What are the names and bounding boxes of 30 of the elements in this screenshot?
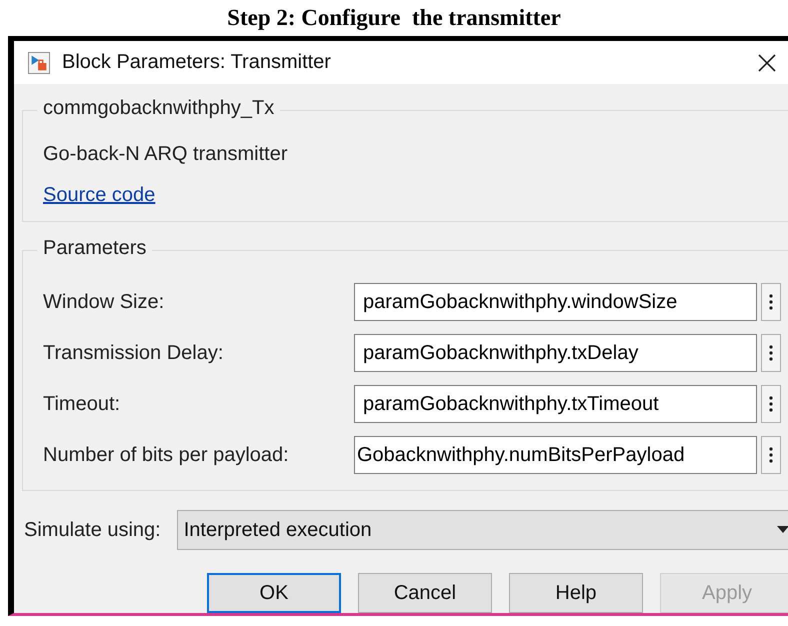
input-field[interactable]: paramGobacknwithphy.windowSize — [354, 283, 757, 322]
more-options-button[interactable] — [761, 334, 781, 372]
description-text: Go-back-N ARQ transmitter — [43, 143, 288, 166]
block-icon — [28, 52, 50, 74]
simulate-dropdown[interactable]: Interpreted execution — [176, 510, 788, 550]
input-field[interactable]: paramGobacknwithphy.txDelay — [354, 334, 757, 372]
field-label: Transmission Delay: — [43, 342, 224, 365]
close-icon — [757, 52, 777, 73]
figure-caption: Step 2: Configure the transmitter — [227, 4, 561, 32]
field-label: Timeout: — [43, 392, 122, 416]
field-label: Window Size: — [43, 290, 166, 314]
more-options-button[interactable] — [761, 385, 781, 424]
dialog-button[interactable]: Help — [509, 573, 643, 613]
more-icon — [769, 345, 773, 362]
dialog-button[interactable]: Cancel — [358, 573, 492, 613]
close-button[interactable] — [756, 52, 778, 74]
more-options-button[interactable] — [761, 436, 781, 474]
group-title: commgobacknwithphy_Tx — [37, 97, 280, 120]
caret-icon — [777, 526, 788, 534]
more-icon — [769, 294, 773, 310]
dialog-button[interactable]: OK — [207, 573, 341, 613]
input-field[interactable]: paramGobacknwithphy.txTimeout — [354, 385, 757, 424]
more-options-button[interactable] — [761, 283, 781, 322]
field-label: Number of bits per payload: — [43, 444, 290, 467]
more-icon — [769, 447, 773, 464]
input-field[interactable]: Gobacknwithphy.numBitsPerPayload — [354, 436, 757, 474]
window-title: Block Parameters: Transmitter — [62, 51, 332, 74]
simulate-label: Simulate using: — [24, 518, 161, 542]
source-code-link[interactable]: Source code — [43, 184, 156, 208]
more-icon — [769, 396, 773, 412]
